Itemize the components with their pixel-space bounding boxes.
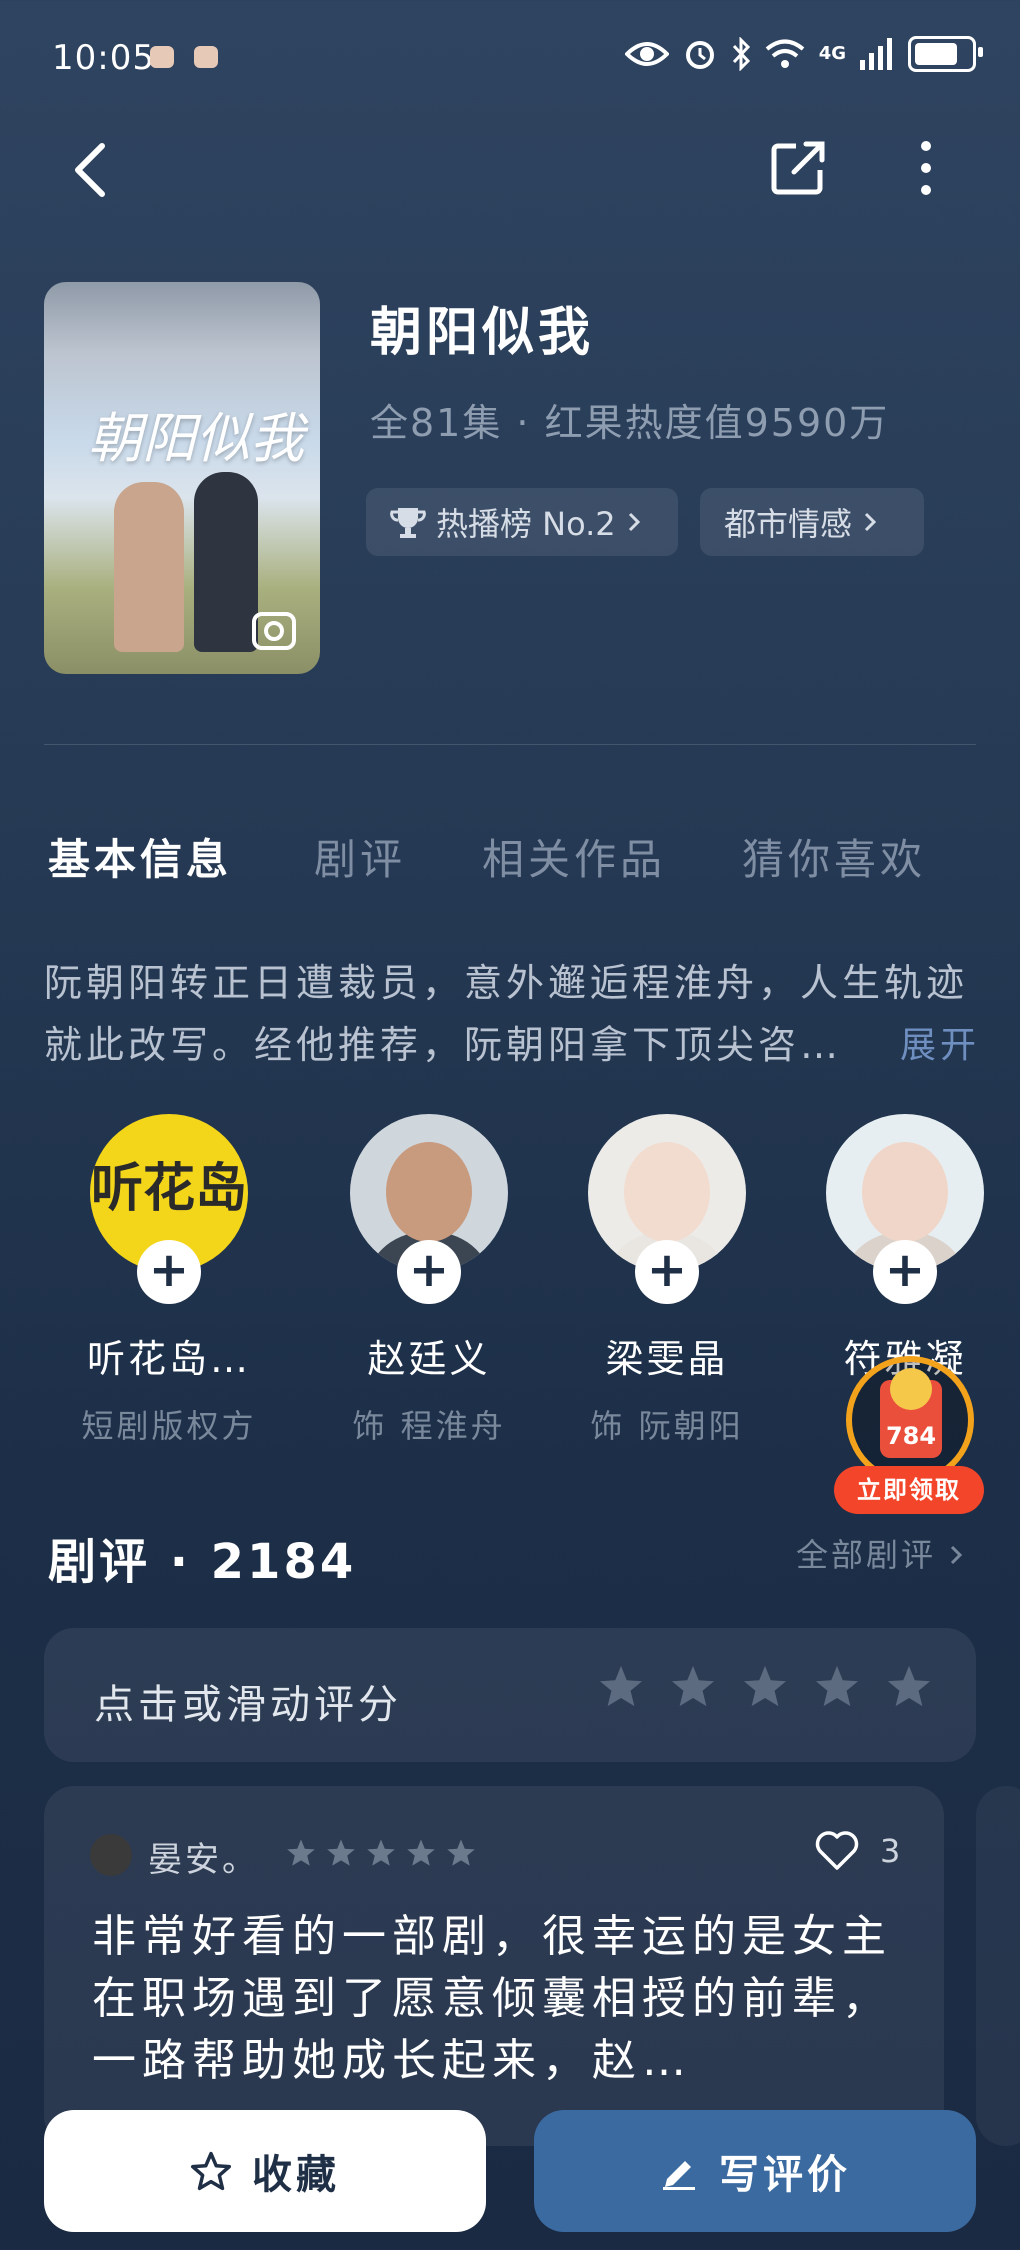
network-label: 4G bbox=[818, 43, 846, 64]
tab-related-works[interactable]: 相关作品 bbox=[482, 826, 666, 887]
heart-icon[interactable] bbox=[814, 1830, 860, 1872]
battery-icon bbox=[908, 36, 983, 72]
bluetooth-icon bbox=[732, 37, 750, 71]
poster-title: 朝阳似我 bbox=[88, 407, 304, 470]
synopsis-text: 阮朝阳转正日遭裁员，意外邂逅程淮舟，人生轨迹就此改写。经他推荐，阮朝阳拿下顶尖咨… bbox=[44, 961, 969, 1067]
star-icon bbox=[447, 1839, 475, 1866]
cast-name: 听花岛… bbox=[86, 1337, 251, 1381]
like-count: 3 bbox=[880, 1832, 901, 1870]
cast-role: 饰 阮朝阳 bbox=[590, 1407, 744, 1445]
reviews-title: 剧评 · 2184 bbox=[48, 1534, 357, 1590]
star-icon[interactable] bbox=[670, 1664, 716, 1708]
cast-name: 赵廷义 bbox=[367, 1337, 491, 1381]
favorite-label: 收藏 bbox=[252, 2152, 340, 2198]
rating-card[interactable]: 点击或滑动评分 bbox=[44, 1628, 976, 1762]
genre-tag[interactable]: 都市情感 bbox=[700, 488, 924, 556]
divider bbox=[44, 744, 976, 745]
chevron-right-icon bbox=[864, 512, 877, 532]
show-title: 朝阳似我 bbox=[370, 303, 595, 363]
signal-icon bbox=[860, 38, 892, 70]
reward-widget[interactable]: 784 立即领取 bbox=[834, 1356, 984, 1516]
write-review-button[interactable]: 写评价 bbox=[534, 2110, 976, 2232]
cast-role: 短剧版权方 bbox=[81, 1407, 257, 1445]
gallery-icon[interactable] bbox=[250, 606, 300, 652]
expand-link[interactable]: 展开 bbox=[900, 1016, 980, 1068]
red-envelope-icon: 784 bbox=[880, 1368, 942, 1458]
star-icon[interactable] bbox=[814, 1664, 860, 1708]
star-icon[interactable] bbox=[742, 1664, 788, 1708]
more-icon[interactable] bbox=[902, 136, 950, 200]
star-icon[interactable] bbox=[598, 1664, 644, 1708]
poster-figure bbox=[194, 472, 258, 652]
tab-basic-info[interactable]: 基本信息 bbox=[48, 826, 232, 887]
star-icon bbox=[327, 1839, 355, 1866]
poster-image[interactable]: 朝阳似我 bbox=[44, 282, 320, 674]
star-icon bbox=[407, 1839, 435, 1866]
follow-button[interactable]: + bbox=[137, 1240, 201, 1304]
all-reviews-link[interactable]: 全部剧评 bbox=[796, 1530, 963, 1576]
cast-item[interactable]: + 梁雯晶 饰 阮朝阳 bbox=[552, 1114, 782, 1447]
reward-amount: 784 bbox=[885, 1422, 937, 1450]
cast-item[interactable]: 听花岛 + 听花岛… 短剧版权方 bbox=[54, 1114, 284, 1447]
star-icon[interactable] bbox=[886, 1664, 932, 1708]
rating-prompt: 点击或滑动评分 bbox=[94, 1682, 402, 1728]
review-username[interactable]: 晏安。 bbox=[148, 1832, 259, 1881]
tab-reviews[interactable]: 剧评 bbox=[314, 826, 406, 887]
review-card[interactable]: 晏安。 3 非常好看的一部剧，很幸运的是女主在职场遇到了愿意倾囊相授的前辈，一路… bbox=[44, 1786, 944, 2146]
follow-button[interactable]: + bbox=[873, 1240, 937, 1304]
status-time: 10:05 bbox=[52, 38, 155, 78]
tab-recommendations[interactable]: 猜你喜欢 bbox=[742, 826, 926, 887]
rank-tag-label: 热播榜 No.2 bbox=[436, 505, 616, 543]
star-icon bbox=[287, 1839, 315, 1866]
poster-figure bbox=[114, 482, 184, 652]
top-bar bbox=[0, 120, 1020, 220]
cast-name: 梁雯晶 bbox=[605, 1337, 729, 1381]
alarm-icon bbox=[685, 41, 714, 69]
back-icon[interactable] bbox=[62, 140, 122, 200]
star-outline-icon bbox=[191, 2151, 231, 2191]
pen-icon bbox=[663, 2161, 695, 2190]
claim-reward-button[interactable]: 立即领取 bbox=[834, 1466, 984, 1514]
favorite-button[interactable]: 收藏 bbox=[44, 2110, 486, 2232]
share-icon[interactable] bbox=[766, 136, 830, 200]
write-review-label: 写评价 bbox=[719, 2152, 851, 2198]
star-icon bbox=[367, 1839, 395, 1866]
review-rating bbox=[286, 1838, 476, 1867]
avatar-face bbox=[386, 1142, 472, 1242]
cast-item[interactable]: + 赵廷义 饰 程淮舟 bbox=[314, 1114, 544, 1447]
avatar-logo-text: 听花岛 bbox=[90, 1159, 247, 1219]
chevron-right-icon bbox=[628, 512, 640, 532]
follow-button[interactable]: + bbox=[635, 1240, 699, 1304]
trophy-icon bbox=[390, 508, 426, 538]
notification-icon bbox=[150, 46, 174, 68]
coin-icon bbox=[890, 1368, 932, 1410]
eye-icon bbox=[624, 42, 669, 66]
next-review-card[interactable] bbox=[976, 1786, 1020, 2146]
show-meta: 全81集 · 红果热度值9590万 bbox=[370, 401, 890, 445]
follow-button[interactable]: + bbox=[397, 1240, 461, 1304]
wifi-icon bbox=[765, 39, 804, 68]
avatar-face bbox=[862, 1142, 948, 1242]
status-icons: 4G bbox=[624, 36, 983, 72]
cast-role: 饰 程淮舟 bbox=[352, 1407, 506, 1445]
avatar-face bbox=[624, 1142, 710, 1242]
review-text[interactable]: 非常好看的一部剧，很幸运的是女主在职场遇到了愿意倾囊相授的前辈，一路帮助她成长起… bbox=[92, 1906, 912, 2092]
all-reviews-label: 全部剧评 bbox=[796, 1536, 937, 1574]
genre-tag-label: 都市情感 bbox=[724, 505, 853, 543]
rank-tag[interactable]: 热播榜 No.2 bbox=[366, 488, 678, 556]
rating-stars[interactable] bbox=[598, 1664, 932, 1708]
chevron-right-icon bbox=[951, 1545, 963, 1565]
avatar[interactable] bbox=[90, 1834, 132, 1876]
notification-icon bbox=[194, 46, 218, 68]
